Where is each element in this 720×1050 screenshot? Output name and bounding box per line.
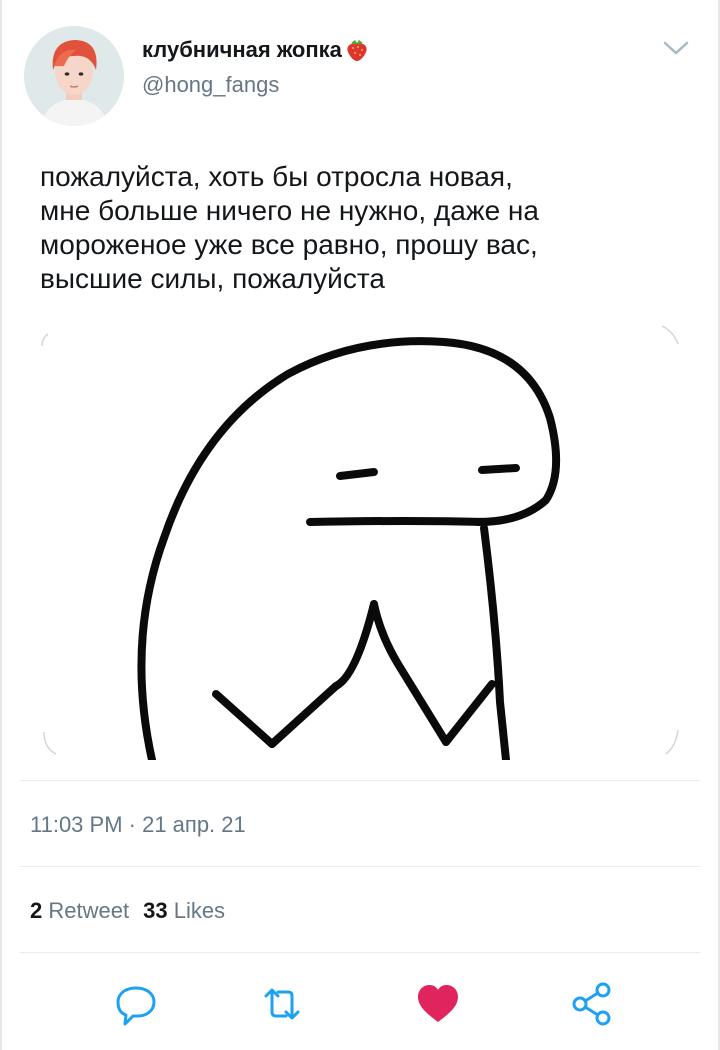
likes-label: Likes <box>173 898 226 923</box>
chevron-down-icon[interactable] <box>662 38 690 58</box>
strawberry-icon <box>344 36 370 62</box>
tweet-stats: 2 Retweet 33 Likes <box>30 898 225 924</box>
retweet-icon <box>264 988 300 1020</box>
divider <box>20 952 700 953</box>
screen-edge-left <box>0 0 2 1050</box>
retweets-count: 2 <box>30 898 43 923</box>
reply-button[interactable] <box>112 980 160 1028</box>
reply-icon <box>116 986 156 1026</box>
tweet-text: пожалуйста, хоть бы отросла новая, мне б… <box>40 161 539 294</box>
share-icon <box>572 982 611 1026</box>
retweets-label: Retweet <box>48 898 130 923</box>
retweets-stat[interactable]: 2 Retweet <box>30 898 129 923</box>
divider <box>20 866 700 867</box>
like-button[interactable] <box>414 980 462 1028</box>
divider <box>20 780 700 781</box>
heart-icon <box>418 985 458 1022</box>
tweet-actions-bar <box>20 980 700 1030</box>
tweet-timestamp[interactable]: 11:03 PM · 21 апр. 21 <box>30 812 246 838</box>
tweet-header: клубничная жопка @hong_fangs <box>20 24 700 134</box>
author-name[interactable]: клубничная жопка <box>142 36 370 63</box>
avatar[interactable] <box>24 26 124 126</box>
author-handle[interactable]: @hong_fangs <box>142 72 279 98</box>
likes-count: 33 <box>143 898 168 923</box>
tweet-media-image[interactable] <box>40 322 682 760</box>
author-name-text: клубничная жопка <box>142 37 342 62</box>
share-button[interactable] <box>568 980 616 1028</box>
retweet-button[interactable] <box>258 980 306 1028</box>
likes-stat[interactable]: 33 Likes <box>143 898 225 923</box>
